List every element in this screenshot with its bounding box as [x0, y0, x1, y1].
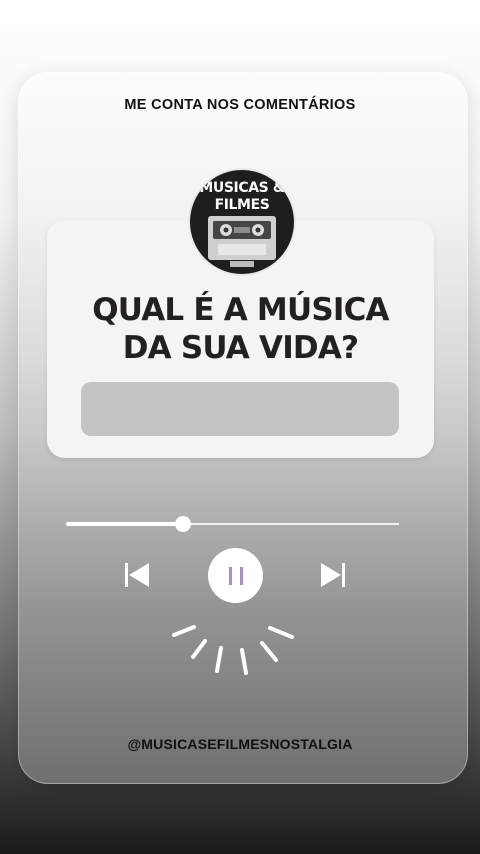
pause-icon — [228, 566, 243, 585]
pause-button[interactable] — [208, 548, 263, 603]
question-line2: DA SUA VIDA? — [122, 330, 359, 366]
answer-input[interactable] — [81, 382, 399, 436]
previous-button[interactable] — [122, 560, 152, 590]
sparkle-burst-icon — [172, 625, 294, 675]
skip-back-icon — [125, 563, 149, 587]
progress-track[interactable] — [66, 516, 399, 532]
question-text: QUAL É A MÚSICA DA SUA VIDA? — [47, 291, 434, 367]
pause-bar-right — [239, 566, 243, 585]
next-button[interactable] — [318, 560, 348, 590]
avatar[interactable]: MUSICAS & FILMES — [188, 168, 296, 276]
footer-handle[interactable]: @MUSICASEFILMESNOSTALGIA — [0, 736, 480, 752]
question-line1: QUAL É A MÚSICA — [92, 292, 389, 328]
header-title: ME CONTA NOS COMENTÁRIOS — [124, 97, 356, 113]
cassette-tape-icon — [208, 216, 276, 267]
progress-knob[interactable] — [174, 516, 191, 532]
progress-fill — [66, 522, 183, 526]
skip-forward-icon — [321, 563, 345, 587]
pause-bar-left — [228, 566, 232, 585]
